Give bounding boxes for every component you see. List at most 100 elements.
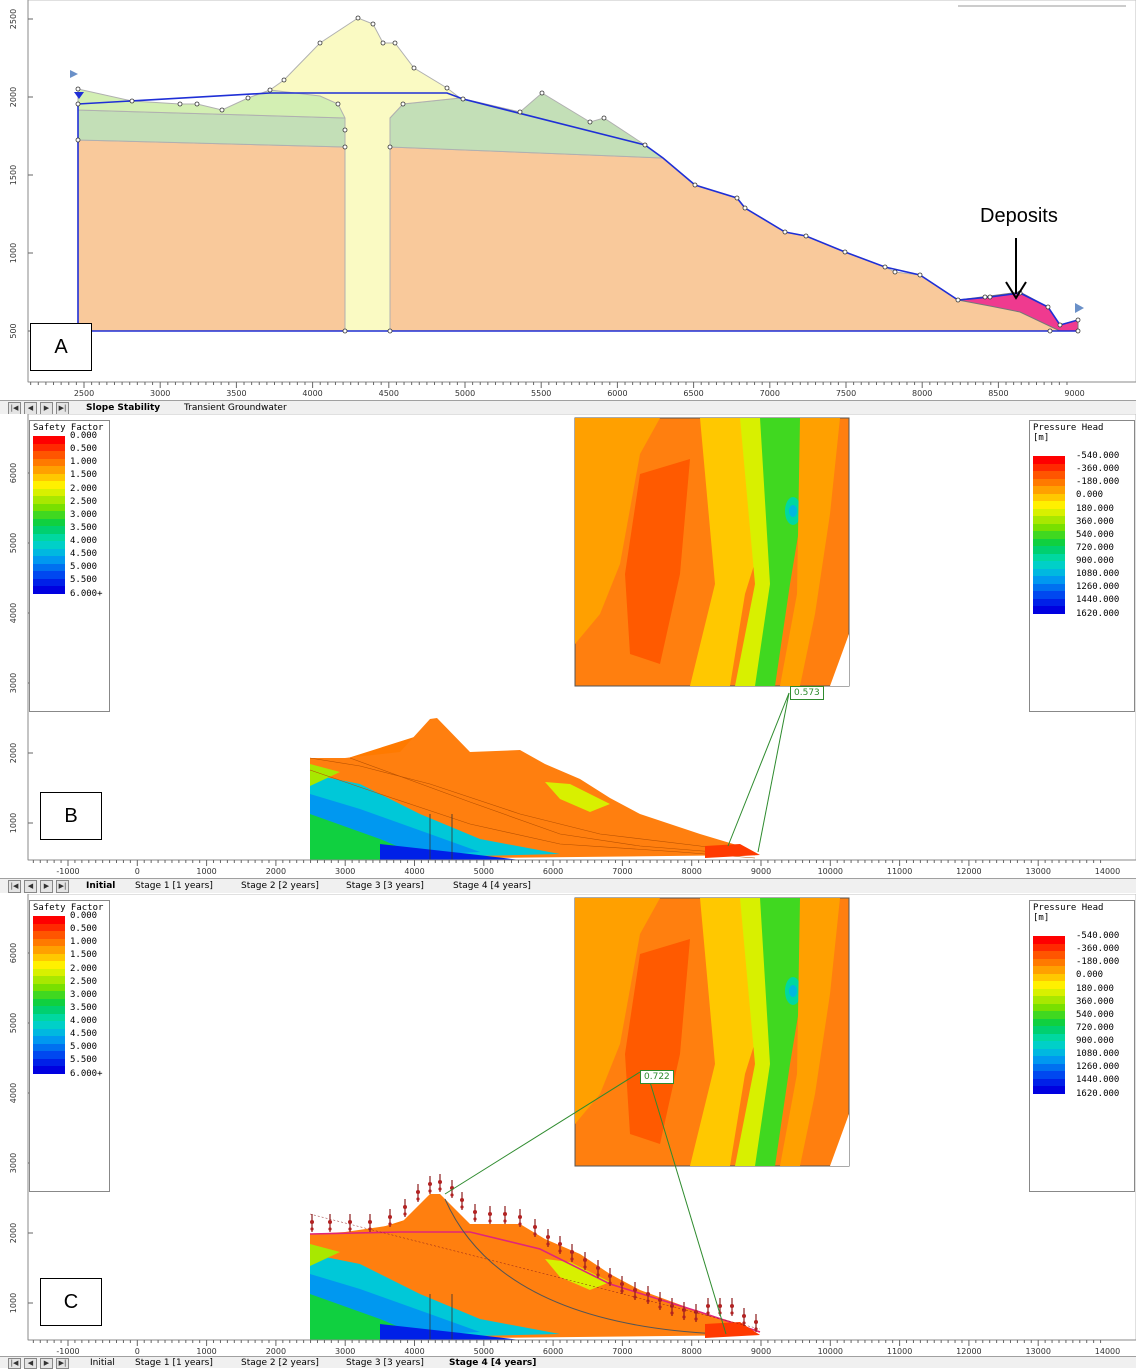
vertex-marker[interactable] bbox=[803, 233, 809, 239]
legend-value-label: 4.500 bbox=[70, 1029, 98, 1040]
y-tick-label: 1000 bbox=[9, 1293, 18, 1313]
vertex-marker[interactable] bbox=[917, 272, 923, 278]
last-tab-button[interactable]: ▶| bbox=[56, 880, 69, 893]
tab-stage-3[interactable]: Stage 3 [3 years] bbox=[346, 880, 424, 892]
legend-color-swatch bbox=[1033, 591, 1065, 599]
legend-color-swatch bbox=[1033, 988, 1065, 996]
vertex-marker[interactable] bbox=[1075, 328, 1081, 334]
legend-color-swatch bbox=[33, 518, 65, 526]
safety-factor-callout-c[interactable]: 0.722 bbox=[640, 1070, 674, 1084]
vertex-marker[interactable] bbox=[1057, 322, 1063, 328]
legend-color-swatch bbox=[33, 578, 65, 586]
tab-stage-2[interactable]: Stage 2 [2 years] bbox=[241, 880, 319, 892]
panel-b-canvas[interactable]: -1000 0 1000 2000 3000 4000 5000 6000 7000 8000 90… bbox=[0, 414, 1136, 878]
vertex-marker[interactable] bbox=[342, 328, 348, 334]
panel-c-tabbar[interactable]: |◀ ◀ ▶ ▶| Initial Stage 1 [1 years] Stag… bbox=[0, 1356, 1136, 1369]
panel-a-geometry-view[interactable]: Deposits 2500 3000 3500 4000 4500 5000 5500 600… bbox=[0, 0, 1136, 400]
vertex-marker[interactable] bbox=[692, 182, 698, 188]
vertex-marker[interactable] bbox=[955, 297, 961, 303]
prev-tab-button[interactable]: ◀ bbox=[24, 880, 37, 893]
legend-value-label: 1.000 bbox=[70, 937, 98, 948]
legend-color-swatch bbox=[1033, 598, 1065, 606]
tab-stage-1[interactable]: Stage 1 [1 years] bbox=[135, 880, 213, 892]
x-tick-label: 9000 bbox=[1064, 389, 1084, 398]
x-tick-label: 2500 bbox=[74, 389, 94, 398]
vertex-marker[interactable] bbox=[539, 90, 545, 96]
legend-color-swatch bbox=[1033, 1056, 1065, 1064]
vertex-marker[interactable] bbox=[245, 95, 251, 101]
vertex-marker[interactable] bbox=[75, 86, 81, 92]
legend-color-swatch bbox=[33, 953, 65, 961]
vertex-marker[interactable] bbox=[75, 101, 81, 107]
vertex-marker[interactable] bbox=[1047, 328, 1053, 334]
vertex-marker[interactable] bbox=[335, 101, 341, 107]
tab-stage-4[interactable]: Stage 4 [4 years] bbox=[453, 880, 531, 892]
vertex-marker[interactable] bbox=[387, 144, 393, 150]
safety-factor-callout-b[interactable]: 0.573 bbox=[790, 686, 824, 700]
vertex-marker[interactable] bbox=[882, 264, 888, 270]
vertex-marker[interactable] bbox=[380, 40, 386, 46]
vertex-marker[interactable] bbox=[842, 249, 848, 255]
x-tick-label: 4000 bbox=[404, 1347, 424, 1356]
vertex-marker[interactable] bbox=[317, 40, 323, 46]
vertex-marker[interactable] bbox=[267, 87, 273, 93]
tab-slope-stability[interactable]: Slope Stability bbox=[86, 402, 160, 414]
vertex-marker[interactable] bbox=[892, 269, 898, 275]
vertex-marker[interactable] bbox=[742, 205, 748, 211]
vertex-marker[interactable] bbox=[370, 21, 376, 27]
first-tab-button[interactable]: |◀ bbox=[8, 880, 21, 893]
vertex-marker[interactable] bbox=[782, 229, 788, 235]
vertex-marker[interactable] bbox=[601, 115, 607, 121]
panel-a-canvas[interactable]: Deposits 2500 3000 3500 4000 4500 5000 5500 600… bbox=[0, 0, 1136, 400]
legend-color-swatch bbox=[1033, 553, 1065, 561]
x-tick-label: 12000 bbox=[956, 867, 981, 876]
legend-value-label: 2.500 bbox=[70, 496, 98, 507]
vertex-marker[interactable] bbox=[734, 195, 740, 201]
vertex-marker[interactable] bbox=[982, 294, 988, 300]
vertex-marker[interactable] bbox=[387, 328, 393, 334]
legend-color-swatch bbox=[33, 443, 65, 451]
panel-b-tabbar[interactable]: |◀ ◀ ▶ ▶| Initial Stage 1 [1 years] Stag… bbox=[0, 878, 1136, 893]
vertex-marker[interactable] bbox=[517, 109, 523, 115]
tab-initial[interactable]: Initial bbox=[86, 880, 115, 892]
vertex-marker[interactable] bbox=[342, 127, 348, 133]
vertex-marker[interactable] bbox=[355, 15, 361, 21]
vertex-marker[interactable] bbox=[400, 101, 406, 107]
legend-color-swatch bbox=[1033, 538, 1065, 546]
vertex-marker[interactable] bbox=[177, 101, 183, 107]
prev-tab-button[interactable]: ◀ bbox=[24, 1358, 37, 1369]
last-tab-button[interactable]: ▶| bbox=[56, 1358, 69, 1369]
panel-c-canvas[interactable]: -1000 0 1000 2000 3000 4000 5000 6000 7000 8000 90… bbox=[0, 894, 1136, 1356]
vertex-marker[interactable] bbox=[219, 107, 225, 113]
vertex-marker[interactable] bbox=[460, 96, 466, 102]
x-tick-label: 2000 bbox=[266, 1347, 286, 1356]
legend-color-swatch bbox=[1033, 943, 1065, 951]
first-tab-button[interactable]: |◀ bbox=[8, 1358, 21, 1369]
vertex-marker[interactable] bbox=[1045, 304, 1051, 310]
deposits-annotation: Deposits bbox=[980, 205, 1058, 227]
legend-value-label: 3.500 bbox=[70, 1002, 98, 1013]
vertex-marker[interactable] bbox=[1075, 317, 1081, 323]
vertex-marker[interactable] bbox=[587, 119, 593, 125]
vertex-marker[interactable] bbox=[342, 144, 348, 150]
panel-c-results-view[interactable]: -1000 0 1000 2000 3000 4000 5000 6000 7000 8000 90… bbox=[0, 894, 1136, 1356]
vertex-marker[interactable] bbox=[642, 142, 648, 148]
vertex-marker[interactable] bbox=[281, 77, 287, 83]
vertex-marker[interactable] bbox=[75, 137, 81, 143]
panel-b-results-view[interactable]: -1000 0 1000 2000 3000 4000 5000 6000 7000 8000 90… bbox=[0, 414, 1136, 878]
vertex-marker[interactable] bbox=[987, 294, 993, 300]
tab-transient-groundwater[interactable]: Transient Groundwater bbox=[184, 402, 287, 414]
legend-color-swatch bbox=[33, 481, 65, 489]
vertex-marker[interactable] bbox=[444, 85, 450, 91]
next-tab-button[interactable]: ▶ bbox=[40, 1358, 53, 1369]
next-tab-button[interactable]: ▶ bbox=[40, 880, 53, 893]
x-tick-label: -1000 bbox=[56, 867, 79, 876]
vertex-marker[interactable] bbox=[392, 40, 398, 46]
vertex-marker[interactable] bbox=[411, 65, 417, 71]
x-tick-label: 0 bbox=[135, 1347, 140, 1356]
panel-a-tabbar[interactable]: |◀ ◀ ▶ ▶| Slope Stability Transient Grou… bbox=[0, 400, 1136, 415]
legend-color-swatch bbox=[1033, 981, 1065, 989]
vertex-marker[interactable] bbox=[129, 98, 135, 104]
vertex-marker[interactable] bbox=[194, 101, 200, 107]
x-tick-label: 6000 bbox=[607, 389, 627, 398]
